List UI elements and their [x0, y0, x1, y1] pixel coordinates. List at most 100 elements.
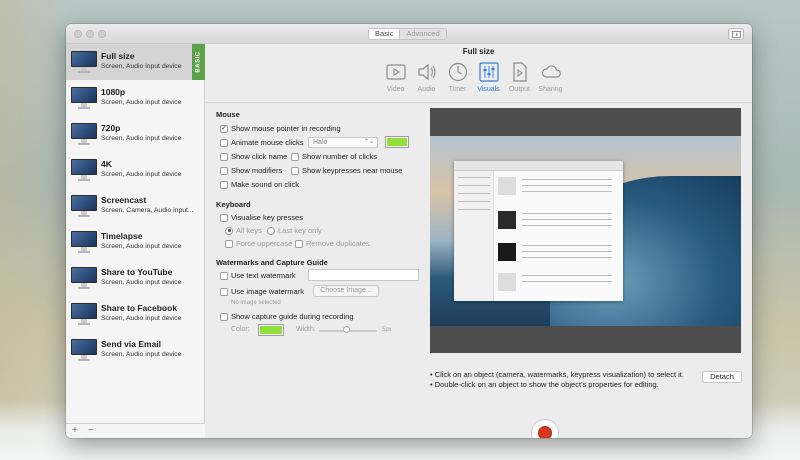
detach-preview-button[interactable]: Detach	[702, 371, 742, 383]
toggle-panel-button[interactable]	[728, 28, 744, 40]
use-text-watermark-row: Use text watermark	[220, 271, 296, 280]
make-sound-checkbox[interactable]	[220, 180, 228, 189]
show-modifiers-label: Show modifiers	[231, 166, 283, 175]
all-keys-radio[interactable]	[225, 226, 233, 235]
preset-name: Share to Facebook	[101, 303, 178, 313]
force-uppercase-checkbox[interactable]	[225, 239, 233, 248]
add-preset-button[interactable]: +	[72, 425, 78, 436]
show-click-name-checkbox[interactable]	[220, 152, 228, 161]
preset-description: Screen, Audio input device	[101, 135, 182, 142]
cloud-icon	[541, 65, 561, 78]
track-row-line	[522, 219, 612, 220]
monitor-icon	[71, 267, 97, 289]
track-row-line	[522, 251, 612, 252]
preset-item-full-size[interactable]: Full size Screen, Audio input device BAS…	[66, 44, 205, 80]
show-click-number-checkbox[interactable]	[291, 152, 299, 161]
preset-item-720p[interactable]: 720p Screen, Audio input device	[66, 116, 205, 152]
tab-label: Output	[508, 86, 530, 93]
last-key-radio[interactable]	[267, 226, 275, 235]
track-row-line	[522, 213, 612, 214]
document-icon	[512, 62, 527, 82]
force-uppercase-row: Force uppercase	[225, 239, 292, 248]
tab-label: Audio	[417, 86, 436, 93]
click-animation-select[interactable]: Halo ⌃⌄	[308, 137, 378, 148]
show-modifiers-checkbox[interactable]	[220, 166, 228, 175]
speaker-icon	[417, 63, 436, 81]
guide-width-label: Width:	[296, 326, 316, 333]
record-button[interactable]	[531, 419, 559, 438]
use-text-watermark-checkbox[interactable]	[220, 271, 228, 280]
guide-width-slider-knob[interactable]	[343, 326, 350, 333]
basic-mode-tab[interactable]: Basic	[369, 29, 400, 39]
make-sound-label: Make sound on click	[231, 180, 299, 189]
tab-visuals[interactable]: Visuals	[473, 61, 504, 99]
show-pointer-checkbox[interactable]: ✓	[220, 124, 228, 133]
track-row-line	[522, 185, 612, 186]
settings-tabbar: Video Audio Timer Visuals Output Sharing	[380, 61, 566, 99]
preset-name: Screencast	[101, 195, 147, 205]
click-color-well[interactable]	[385, 136, 409, 148]
mode-segmented-control: Basic Advanced	[368, 28, 447, 40]
monitor-icon	[71, 339, 97, 361]
stepper-arrows-icon: ⌃⌄	[363, 139, 374, 145]
record-icon	[538, 426, 552, 438]
preset-item-1080p[interactable]: 1080p Screen, Audio input device	[66, 80, 205, 116]
animate-clicks-checkbox[interactable]	[220, 138, 228, 147]
guide-color-well[interactable]	[258, 324, 284, 336]
track-row-line	[522, 281, 612, 282]
preset-description: Screen, Audio input device	[101, 351, 182, 358]
preset-item-send-email[interactable]: Send via Email Screen, Audio input devic…	[66, 332, 205, 368]
tab-sharing[interactable]: Sharing	[535, 61, 566, 99]
last-key-row: Last key only	[267, 226, 322, 235]
show-keypresses-checkbox[interactable]	[291, 166, 299, 175]
tab-audio[interactable]: Audio	[411, 61, 442, 99]
show-keypresses-label: Show keypresses near mouse	[302, 166, 403, 175]
sidebar-row-line	[458, 177, 490, 178]
show-keypresses-row: Show keypresses near mouse	[291, 166, 402, 175]
sidebar-row-line	[458, 201, 490, 202]
visualise-keys-row: Visualise key presses	[220, 213, 303, 222]
preset-name: 4K	[101, 159, 112, 169]
sidebar-row-line	[458, 209, 490, 210]
use-image-watermark-checkbox[interactable]	[220, 287, 228, 296]
tab-timer[interactable]: Timer	[442, 61, 473, 99]
preset-name: 720p	[101, 123, 121, 133]
use-text-watermark-label: Use text watermark	[231, 271, 296, 280]
preset-item-screencast[interactable]: Screencast Screen, Camera, Audio input..…	[66, 188, 205, 224]
zoom-window-button[interactable]	[98, 30, 106, 38]
show-pointer-label: Show mouse pointer in recording	[231, 124, 341, 133]
recording-preview[interactable]	[430, 108, 741, 353]
remove-preset-button[interactable]: −	[88, 425, 94, 436]
preset-description: Screen, Audio input device	[101, 279, 182, 286]
close-window-button[interactable]	[74, 30, 82, 38]
preset-description: Screen, Audio input device	[101, 315, 182, 322]
minimize-window-button[interactable]	[86, 30, 94, 38]
preset-item-4k[interactable]: 4K Screen, Audio input device	[66, 152, 205, 188]
preset-name: Share to YouTube	[101, 267, 173, 277]
monitor-icon	[71, 123, 97, 145]
track-row-line	[522, 245, 612, 246]
preset-name: Timelapse	[101, 231, 143, 241]
sidebar-row-line	[458, 185, 490, 186]
watermark-text-field[interactable]	[308, 269, 419, 281]
use-image-watermark-row: Use image watermark	[220, 287, 304, 296]
preset-item-timelapse[interactable]: Timelapse Screen, Audio input device	[66, 224, 205, 260]
preset-name: Send via Email	[101, 339, 161, 349]
album-art-thumbnail	[498, 243, 516, 261]
preview-top-letterbox	[430, 108, 741, 136]
preset-description: Screen, Audio input device	[101, 63, 182, 70]
remove-duplicates-checkbox[interactable]	[295, 239, 303, 248]
choose-image-button[interactable]: Choose Image...	[313, 285, 379, 297]
monitor-icon	[71, 87, 97, 109]
preset-item-share-facebook[interactable]: Share to Facebook Screen, Audio input de…	[66, 296, 205, 332]
preset-description: Screen, Audio input device	[101, 171, 182, 178]
hint-double-click: • Double-click on an object to show the …	[430, 380, 659, 389]
preset-item-share-youtube[interactable]: Share to YouTube Screen, Audio input dev…	[66, 260, 205, 296]
visualise-keys-checkbox[interactable]	[220, 213, 228, 222]
panel-icon	[731, 30, 741, 38]
show-capture-guide-checkbox[interactable]	[220, 312, 228, 321]
tab-video[interactable]: Video	[380, 61, 411, 99]
advanced-mode-tab[interactable]: Advanced	[399, 29, 446, 39]
tab-output[interactable]: Output	[504, 61, 535, 99]
last-key-label: Last key only	[278, 226, 322, 235]
